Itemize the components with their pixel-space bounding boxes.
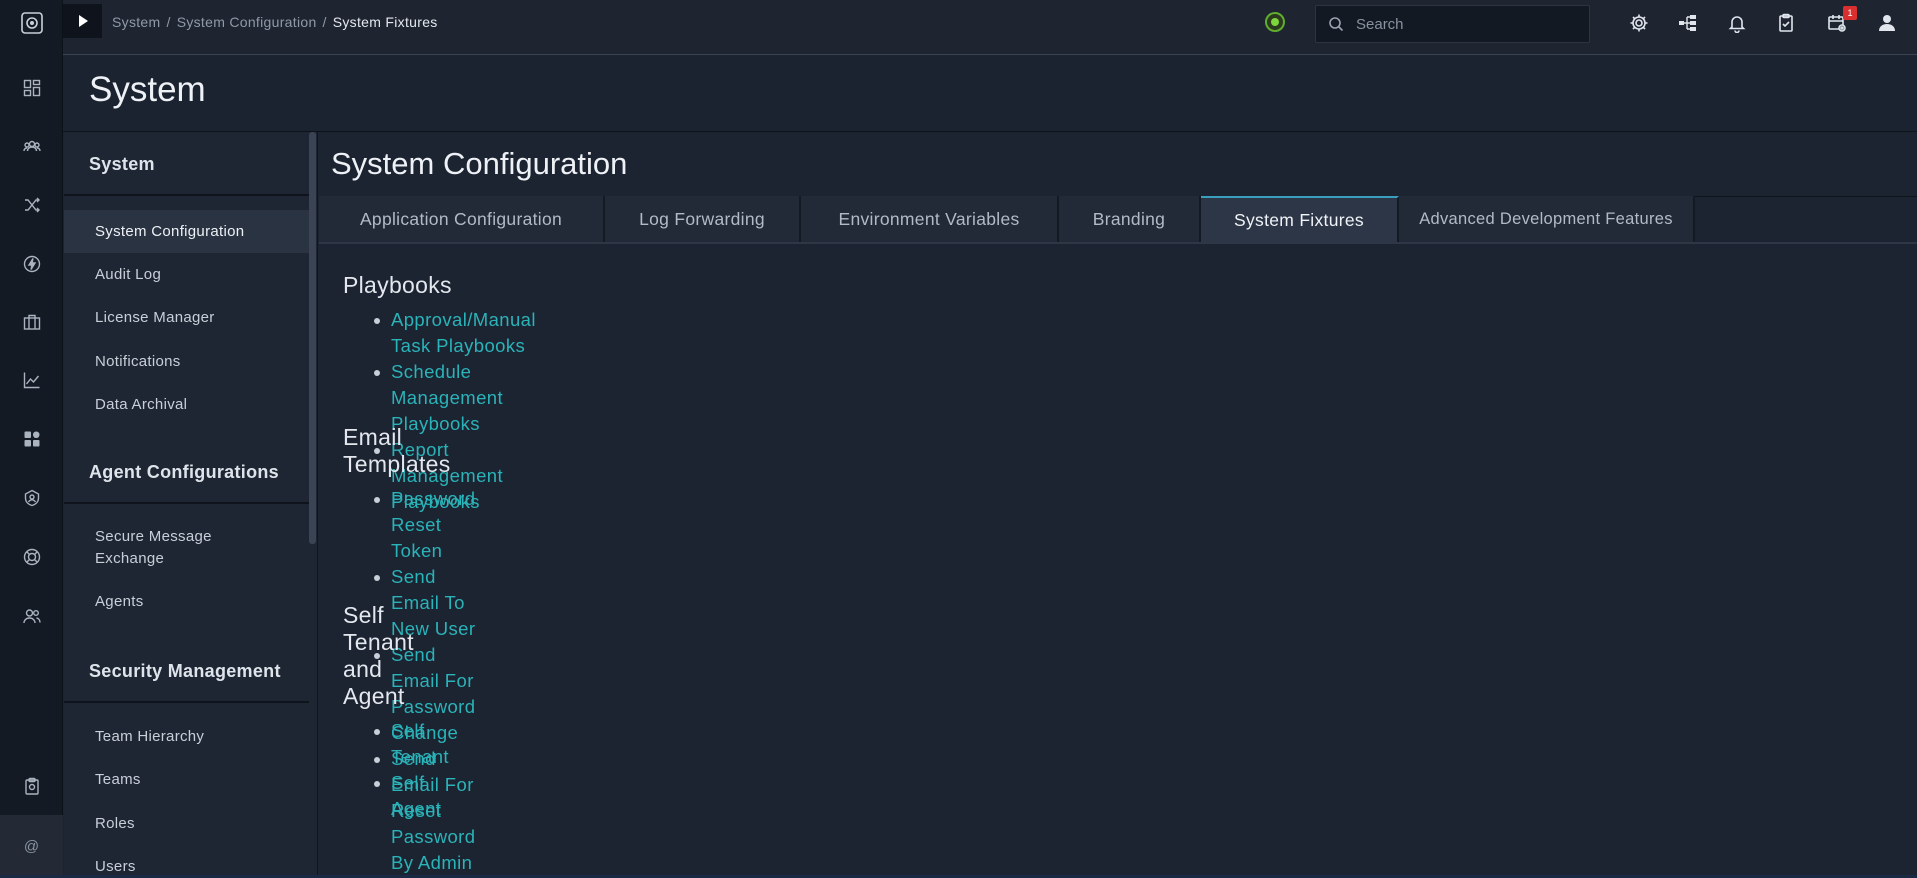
main-panel: System Configuration Application Configu… (319, 132, 1917, 878)
calendar-settings-icon[interactable]: 1 (1823, 6, 1857, 37)
link-list: Self Tenant Self Agent (343, 718, 449, 822)
search-icon (1329, 17, 1344, 32)
briefcase-icon[interactable] (0, 302, 63, 342)
tab-bar: Application Configuration Log Forwarding… (319, 196, 1695, 242)
nav-section-agent-configurations: Agent Configurations (89, 462, 279, 482)
page-title: System (89, 70, 206, 109)
sidebar-item-teams[interactable]: Teams (64, 769, 309, 791)
nav-divider (64, 194, 309, 196)
sidebar-item-secure-message-exchange[interactable]: Secure Message Exchange (64, 526, 264, 570)
link-self-agent[interactable]: Self Agent (391, 772, 441, 819)
shuffle-icon[interactable] (0, 185, 63, 225)
notification-badge: 1 (1843, 6, 1857, 20)
user-profile-icon[interactable] (1873, 9, 1901, 37)
sidebar-item-roles[interactable]: Roles (64, 813, 309, 835)
group-title: Playbooks (343, 272, 452, 298)
sidebar-item-notifications[interactable]: Notifications (64, 351, 309, 373)
list-item: Password Reset Token (343, 486, 475, 564)
page-header: System (63, 56, 1917, 132)
left-rail: @ (0, 0, 63, 878)
at-symbol: @ (23, 838, 40, 855)
clipboard-icon[interactable] (0, 766, 63, 806)
hierarchy-icon[interactable] (1674, 9, 1702, 37)
sidenav-scrollbar[interactable] (309, 132, 316, 544)
dashboard-icon[interactable] (0, 68, 63, 108)
sidebar-item-data-archival[interactable]: Data Archival (64, 394, 309, 416)
top-bar: System / System Configuration / System Fixtu… (63, 0, 1917, 55)
bolt-icon[interactable] (0, 244, 63, 284)
group-self-tenant-and-agent: Self Tenant and Agent Self Tenant Self A… (343, 602, 449, 822)
people-icon[interactable] (0, 126, 63, 166)
breadcrumb-system-configuration[interactable]: System Configuration (177, 14, 317, 30)
link-approval-manual-task-playbooks[interactable]: Approval/Manual Task Playbooks (391, 309, 536, 356)
group-title: Self Tenant and Agent (343, 602, 414, 709)
list-item: Self Tenant (343, 718, 449, 770)
breadcrumb-system[interactable]: System (112, 14, 160, 30)
play-icon (78, 15, 88, 27)
sidebar-item-system-configuration[interactable]: System Configuration (64, 210, 309, 253)
expand-sidebar-button[interactable] (63, 4, 102, 38)
grid-icon[interactable] (0, 419, 63, 459)
sidebar-item-license-manager[interactable]: License Manager (64, 307, 309, 329)
search-box[interactable] (1315, 5, 1590, 43)
nav-divider (64, 502, 309, 504)
tabs-bottom-divider (319, 242, 1917, 244)
users-icon[interactable] (0, 596, 63, 636)
task-clipboard-icon[interactable] (1772, 9, 1800, 37)
shield-icon[interactable] (0, 478, 63, 518)
sidebar-item-audit-log[interactable]: Audit Log (64, 264, 309, 286)
link-password-reset-token[interactable]: Password Reset Token (391, 488, 475, 561)
tab-log-forwarding[interactable]: Log Forwarding (605, 196, 801, 242)
tab-advanced-development-features[interactable]: Advanced Development Features (1399, 196, 1695, 242)
link-self-tenant[interactable]: Self Tenant (391, 720, 449, 767)
tab-environment-variables[interactable]: Environment Variables (801, 196, 1059, 242)
chart-icon[interactable] (0, 360, 63, 400)
tab-system-fixtures[interactable]: System Fixtures (1201, 196, 1399, 242)
app-logo-icon[interactable] (0, 0, 63, 45)
tab-application-configuration[interactable]: Application Configuration (319, 196, 605, 242)
breadcrumb-current: System Fixtures (332, 14, 438, 30)
nav-section-system: System (89, 154, 155, 174)
breadcrumb: System / System Configuration / System Fixtu… (112, 14, 438, 30)
nav-section-security-management: Security Management (89, 661, 281, 681)
sidebar-item-team-hierarchy[interactable]: Team Hierarchy (64, 726, 309, 748)
list-item: Self Agent (343, 770, 449, 822)
lifebuoy-icon[interactable] (0, 537, 63, 577)
bell-icon[interactable] (1723, 9, 1751, 37)
connection-status-icon[interactable] (1265, 12, 1285, 32)
group-title: Email Templates (343, 424, 451, 477)
sidebar-item-agents[interactable]: Agents (64, 591, 309, 613)
settings-sidenav: System System Configuration Audit Log Li… (64, 132, 318, 878)
nav-divider (64, 701, 309, 703)
tab-branding[interactable]: Branding (1059, 196, 1201, 242)
search-input[interactable] (1356, 15, 1576, 33)
list-item: Approval/Manual Task Playbooks (343, 307, 536, 359)
gear-icon[interactable] (1625, 9, 1653, 37)
at-icon[interactable]: @ (0, 815, 63, 878)
section-title: System Configuration (331, 146, 628, 181)
